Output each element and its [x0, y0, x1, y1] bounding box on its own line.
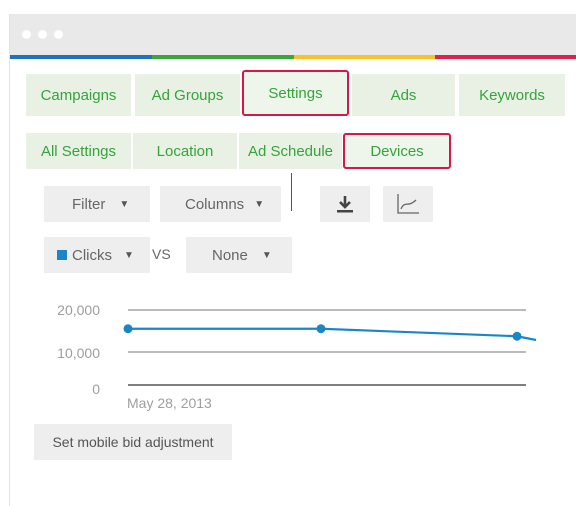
set-mobile-bid-adjustment-button[interactable]: Set mobile bid adjustment: [34, 424, 232, 460]
series-line: [128, 327, 537, 342]
bid-button-label: Set mobile bid adjustment: [52, 434, 214, 450]
data-point[interactable]: [123, 324, 133, 334]
data-point[interactable]: [512, 331, 522, 341]
x-tick-label: May 28, 2013: [127, 395, 212, 411]
data-point[interactable]: [316, 324, 326, 334]
